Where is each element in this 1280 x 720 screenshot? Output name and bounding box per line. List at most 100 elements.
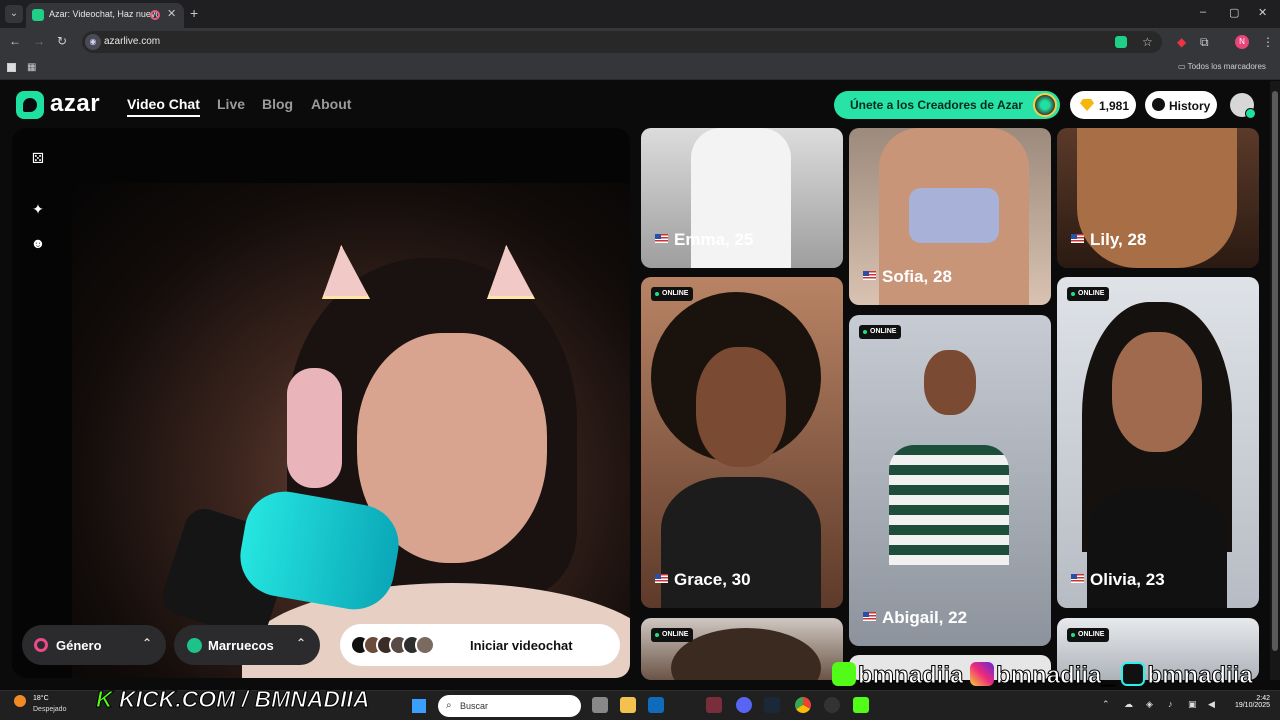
tray-chevron-icon[interactable]: ⌃ (1102, 699, 1110, 710)
all-bookmarks-link[interactable]: ▭ Todos los marcadores (1178, 62, 1266, 71)
extension-icon[interactable] (1115, 36, 1127, 48)
close-tab-icon[interactable]: ✕ (167, 7, 176, 20)
tray-app-icon[interactable]: ◈ (1146, 699, 1153, 710)
profile-name: Grace, 30 (655, 570, 751, 590)
join-creators-button[interactable]: Únete a los Creadores de Azar (834, 91, 1060, 119)
us-flag-icon (655, 234, 668, 243)
network-icon[interactable]: ▣ (1188, 699, 1197, 710)
weather-sun-icon[interactable] (14, 695, 26, 707)
video-chat-panel: ⚄ ✦ ☻ Género ⌃ Marruecos ⌃ Iniciar video… (12, 128, 630, 678)
profile-card-olivia[interactable]: ONLINE Olivia, 23 (1057, 277, 1259, 608)
nav-video-chat[interactable]: Video Chat (127, 96, 200, 117)
bookmark-page-icon[interactable] (7, 63, 16, 72)
history-button[interactable]: History (1145, 91, 1217, 119)
page-scrollbar[interactable] (1270, 81, 1280, 680)
weather-desc[interactable]: Despejado (33, 706, 66, 713)
profile-name: Abigail, 22 (863, 608, 967, 628)
apps-grid-icon[interactable]: ▦ (27, 62, 36, 73)
webcam-feed (72, 183, 630, 678)
avatar (415, 635, 435, 655)
cat-ear-left (322, 245, 370, 299)
tab-title: Azar: Videochat, Haz nuevo (49, 9, 159, 19)
webcam-headphone (287, 368, 342, 488)
nav-live[interactable]: Live (217, 96, 245, 112)
us-flag-icon (1071, 574, 1084, 583)
bookmarks-bar: ▦ ▭ Todos los marcadores (0, 56, 1280, 80)
azar-page: azar Video Chat Live Blog About Únete a … (0, 81, 1270, 680)
shuffle-dice-icon[interactable]: ⚄ (30, 150, 46, 166)
taskbar-search[interactable]: ⌕ Buscar (438, 695, 581, 717)
menu-kebab-icon[interactable]: ⋮ (1262, 35, 1274, 49)
onedrive-icon[interactable]: ☁ (1124, 699, 1133, 710)
online-badge: ONLINE (859, 325, 902, 339)
country-filter-button[interactable]: Marruecos ⌃ (174, 625, 320, 665)
bookmark-star-icon[interactable]: ☆ (1142, 35, 1153, 49)
search-icon: ⌕ (446, 700, 452, 711)
social-ig-handle: bmnadiia_ (996, 662, 1116, 690)
volume-icon[interactable]: ◀ (1208, 699, 1215, 710)
azar-logo-icon[interactable] (16, 91, 44, 119)
taskbar-clock[interactable]: 2:42 19/10/2025 (1226, 695, 1270, 709)
online-badge: ONLINE (651, 628, 694, 642)
join-creators-label: Únete a los Creadores de Azar (850, 98, 1023, 112)
minimize-button[interactable]: – (1200, 6, 1206, 18)
gems-count: 1,981 (1099, 99, 1130, 113)
new-tab-button[interactable]: + (190, 5, 198, 21)
task-view-icon[interactable] (592, 697, 608, 713)
profile-name: Emma, 25 (655, 230, 753, 250)
nav-blog[interactable]: Blog (262, 96, 293, 112)
file-explorer-icon[interactable] (620, 697, 636, 713)
profile-card-lily[interactable]: Lily, 28 (1057, 128, 1259, 268)
nav-about[interactable]: About (311, 96, 351, 112)
azar-favicon-icon (32, 9, 44, 21)
url-text[interactable]: azarlive.com (104, 36, 160, 47)
forward-icon[interactable]: → (33, 34, 45, 48)
microphone-icon[interactable]: ♪ (1168, 699, 1173, 709)
back-icon[interactable]: ← (9, 34, 21, 48)
reload-icon[interactable]: ↻ (57, 34, 67, 48)
kick-app-icon[interactable] (853, 697, 869, 713)
windows-start-icon[interactable] (412, 699, 426, 713)
recording-icon (150, 10, 160, 20)
profile-card-abigail[interactable]: ONLINE Abigail, 22 (849, 315, 1051, 646)
extension-badge-icon[interactable]: ◆ (1177, 35, 1186, 49)
profile-photo-face (1112, 332, 1202, 452)
profile-card-grace[interactable]: ONLINE Grace, 30 (641, 277, 843, 608)
gender-filter-button[interactable]: Género ⌃ (22, 625, 166, 665)
browser-tab[interactable]: Azar: Videochat, Haz nuevo ✕ (26, 3, 184, 28)
weather-temp[interactable]: 18°C (33, 695, 49, 702)
all-bookmarks-label: Todos los marcadores (1187, 62, 1266, 71)
close-window-button[interactable]: ✕ (1258, 6, 1267, 19)
profile-card-sofia[interactable]: Sofia, 28 (849, 128, 1051, 305)
obs-icon[interactable] (824, 697, 840, 713)
streaming-app-icon[interactable] (706, 697, 722, 713)
sparkle-effects-icon[interactable]: ✦ (30, 201, 46, 217)
profile-name: Olivia, 23 (1071, 570, 1165, 590)
profile-name-text: Abigail, 22 (882, 608, 968, 627)
discord-icon[interactable] (736, 697, 752, 713)
profile-name: Lily, 28 (1071, 230, 1146, 250)
brand-name[interactable]: azar (50, 90, 100, 118)
start-videochat-button[interactable]: Iniciar videochat (340, 624, 620, 666)
clock-time: 2:42 (1256, 695, 1270, 702)
face-filter-icon[interactable]: ☻ (30, 235, 46, 251)
address-bar-row: ← → ↻ ◉ azarlive.com ☆ ◆ ⧉ N ⋮ (0, 28, 1280, 56)
url-omnibox[interactable]: ◉ azarlive.com (82, 31, 1162, 53)
gems-balance-button[interactable]: 1,981 (1070, 91, 1136, 119)
social-tiktok-handle: bmnadiia (1147, 662, 1253, 690)
profile-card-partial[interactable]: ONLINE (641, 618, 843, 680)
maximize-button[interactable]: ▢ (1229, 6, 1239, 19)
creators-orb-icon (1033, 93, 1057, 117)
tab-search-icon[interactable]: ⌄ (5, 5, 23, 23)
scrollbar-thumb[interactable] (1272, 91, 1278, 651)
browser-profile-avatar[interactable]: N (1235, 35, 1249, 49)
profile-card-emma[interactable]: Emma, 25 (641, 128, 843, 268)
chrome-icon[interactable] (795, 697, 811, 713)
kick-logo-icon (832, 662, 856, 686)
steam-icon[interactable] (764, 697, 780, 713)
site-info-icon[interactable]: ◉ (85, 34, 101, 50)
user-avatar-icon[interactable] (1230, 93, 1256, 119)
extensions-puzzle-icon[interactable]: ⧉ (1200, 35, 1209, 50)
outlook-icon[interactable] (648, 697, 664, 713)
browser-tab-bar: ⌄ Azar: Videochat, Haz nuevo ✕ + – ▢ ✕ (0, 0, 1280, 28)
